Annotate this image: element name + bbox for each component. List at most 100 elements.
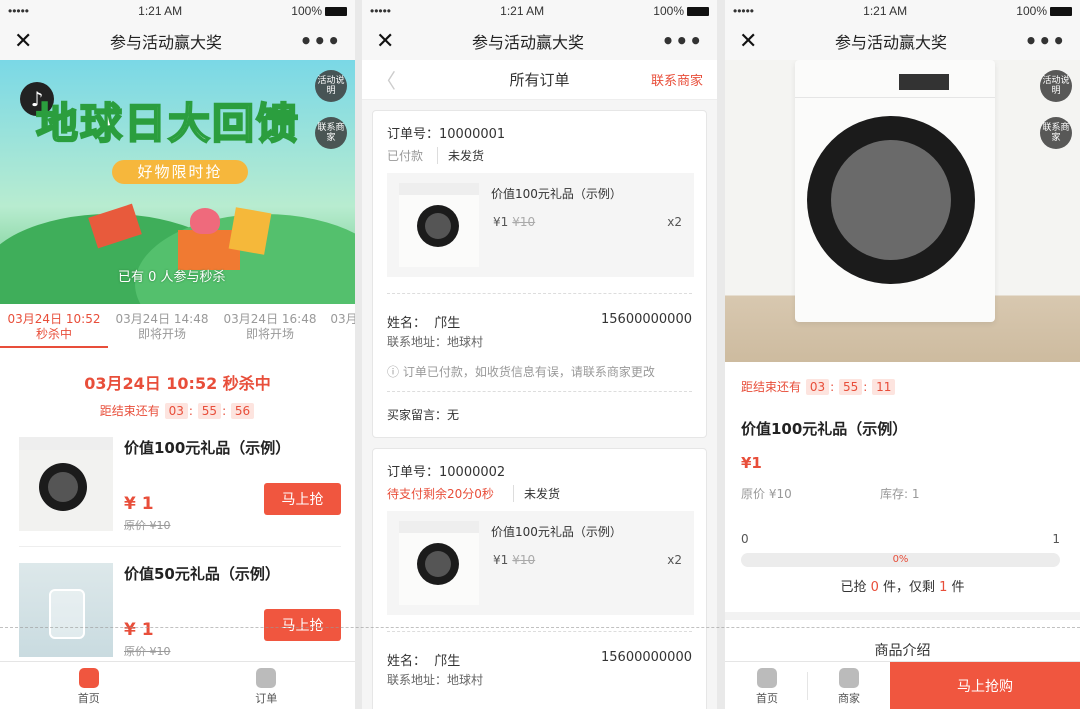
order-tip: ⓘ 订单已付款，如收货信息有误，请联系商家更改 — [387, 365, 655, 379]
activity-rules-button[interactable]: 活动说明 — [315, 70, 347, 102]
buy-now-button[interactable]: 马上抢购 — [890, 662, 1080, 709]
product-image — [399, 521, 479, 605]
divider — [725, 612, 1080, 620]
contact-merchant-button[interactable]: 联系商家 — [1040, 117, 1072, 149]
contact-merchant-button[interactable]: 联系商家 — [315, 117, 347, 149]
sold-count: 0 — [870, 580, 879, 595]
more-icon[interactable]: ••• — [300, 29, 341, 53]
washer-body — [795, 60, 995, 322]
tab-session-2[interactable]: 03月24日 14:48 即将开场 — [108, 312, 216, 348]
back-icon[interactable]: 〈 — [376, 65, 396, 94]
banner-title: 地球日大回馈 — [35, 98, 301, 149]
product-hero-image — [725, 60, 1080, 362]
order-icon — [256, 668, 277, 688]
more-icon[interactable]: ••• — [662, 29, 703, 53]
battery-icon — [325, 7, 347, 17]
shop-icon — [839, 668, 859, 688]
close-icon[interactable]: ✕ — [14, 29, 32, 54]
product-image — [19, 437, 113, 531]
washer-control-panel — [795, 60, 995, 98]
original-price: 原价 ¥10 — [741, 487, 792, 501]
original-price: 原价 ¥10 — [124, 519, 171, 532]
shipping-status: 未发货 — [513, 485, 560, 502]
status-bar: ••••• 1:21 AM 100% — [725, 0, 1080, 22]
order-goods: 价值100元礼品（示例） ¥1 ¥10 x2 — [387, 173, 694, 277]
home-icon — [757, 668, 777, 688]
order-number: 订单号：10000001 — [387, 127, 506, 142]
washer-display — [899, 74, 949, 90]
goods-quantity: x2 — [667, 553, 682, 567]
close-icon[interactable]: ✕ — [739, 29, 757, 54]
shopping-bag-icon — [228, 207, 272, 255]
signal-indicator: ••••• — [370, 4, 392, 18]
list-item[interactable]: 价值100元礼品（示例） ¥ 1 原价 ¥10 马上抢 — [19, 437, 341, 547]
more-icon[interactable]: ••• — [1025, 29, 1066, 53]
product-price: ¥1 — [741, 454, 762, 472]
signal-indicator: ••••• — [8, 4, 30, 18]
product-name: 价值100元礼品（示例） — [741, 420, 908, 438]
countdown: 距结束还有 03: 55: 56 — [0, 402, 355, 419]
session-heading: 03月24日 10:52 秒杀中 — [84, 374, 271, 393]
product-price: ¥ 1 — [124, 620, 154, 640]
orders-screen: ••••• 1:21 AM 100% ✕ 参与活动赢大奖 ••• 〈 所有订单 … — [362, 0, 717, 709]
promo-banner: ♪ 地球日大回馈 好物限时抢 已有 0 人参与秒杀 — [0, 60, 355, 304]
grab-button[interactable]: 马上抢 — [264, 609, 341, 641]
recipient-address: 联系地址：地球村 — [387, 335, 484, 349]
orders-title: 所有订单 — [509, 71, 570, 89]
recipient-phone: 15600000000 — [601, 312, 692, 327]
progress-percent: 0% — [892, 554, 909, 565]
footer-home[interactable]: 首页 — [737, 668, 797, 706]
goods-name: 价值100元礼品（示例） — [491, 525, 622, 539]
signal-indicator: ••••• — [733, 4, 755, 18]
progress-max: 1 — [1052, 532, 1060, 546]
grab-button[interactable]: 马上抢 — [264, 483, 341, 515]
banner-subtitle: 好物限时抢 — [112, 160, 248, 184]
nav-bar: ✕ 参与活动赢大奖 ••• — [725, 22, 1080, 60]
tab-session-3[interactable]: 03月24日 16:48 即将开场 — [216, 312, 324, 348]
sold-summary: 已抢 0 件，仅剩 1 件 — [840, 580, 965, 595]
tab-orders[interactable]: 订单 — [178, 662, 356, 709]
payment-status: 已付款 — [387, 149, 424, 163]
stock-count: 库存: 1 — [880, 487, 920, 501]
detail-screen: ••••• 1:21 AM 100% ✕ 参与活动赢大奖 ••• 活动说明 联系… — [725, 0, 1080, 709]
list-item[interactable]: 价值50元礼品（示例） ¥ 1 原价 ¥10 马上抢 — [19, 563, 341, 673]
goods-quantity: x2 — [667, 215, 682, 229]
goods-original-price: ¥10 — [512, 215, 536, 229]
countdown: 距结束还有 03: 55: 11 — [741, 378, 896, 395]
order-card[interactable]: 订单号：10000002 待支付剩余20分0秒 未发货 价值100元礼品（示例）… — [372, 448, 707, 709]
tab-session-1[interactable]: 03月24日 10:52 秒杀中 — [0, 312, 108, 348]
bottom-tab-bar: 首页 订单 — [0, 661, 355, 709]
footer-shop[interactable]: 商家 — [819, 668, 879, 706]
order-goods: 价值100元礼品（示例） ¥1 ¥10 x2 — [387, 511, 694, 615]
tab-session-4[interactable]: 03月 — [324, 312, 355, 348]
home-screen: ••••• 1:21 AM 100% ✕ 参与活动赢大奖 ••• ♪ 地球日大回… — [0, 0, 355, 709]
progress-min: 0 — [741, 532, 749, 546]
home-icon — [78, 668, 99, 688]
page-title: 参与活动赢大奖 — [835, 33, 948, 52]
heart-icon — [190, 208, 220, 234]
close-icon[interactable]: ✕ — [376, 29, 394, 54]
order-card[interactable]: 订单号：10000001 已付款 未发货 价值100元礼品（示例） ¥1 ¥10 … — [372, 110, 707, 438]
product-name: 价值50元礼品（示例） — [124, 565, 280, 583]
original-price: 原价 ¥10 — [124, 645, 171, 658]
status-time: 1:21 AM — [500, 4, 545, 18]
product-intro-heading: 商品介绍 — [874, 643, 931, 659]
contact-merchant-link[interactable]: 联系商家 — [651, 70, 703, 89]
countdown-minutes: 55 — [838, 379, 863, 395]
activity-rules-button[interactable]: 活动说明 — [1040, 70, 1072, 102]
divider — [807, 672, 808, 700]
goods-price: ¥1 — [493, 215, 509, 229]
session-tabs: 03月24日 10:52 秒杀中 03月24日 14:48 即将开场 03月24日 … — [0, 312, 355, 348]
recipient-name: 邝生 — [434, 654, 461, 669]
recipient-name: 邝生 — [434, 316, 461, 331]
status-time: 1:21 AM — [863, 4, 908, 18]
page-title: 参与活动赢大奖 — [472, 33, 585, 52]
battery-icon — [1050, 7, 1072, 17]
status-bar: ••••• 1:21 AM 100% — [362, 0, 717, 22]
product-image — [19, 563, 113, 657]
tab-home[interactable]: 首页 — [0, 662, 178, 709]
battery-indicator: 100% — [653, 4, 709, 18]
battery-indicator: 100% — [291, 4, 347, 18]
countdown-seconds: 56 — [230, 403, 255, 419]
product-image — [399, 183, 479, 267]
